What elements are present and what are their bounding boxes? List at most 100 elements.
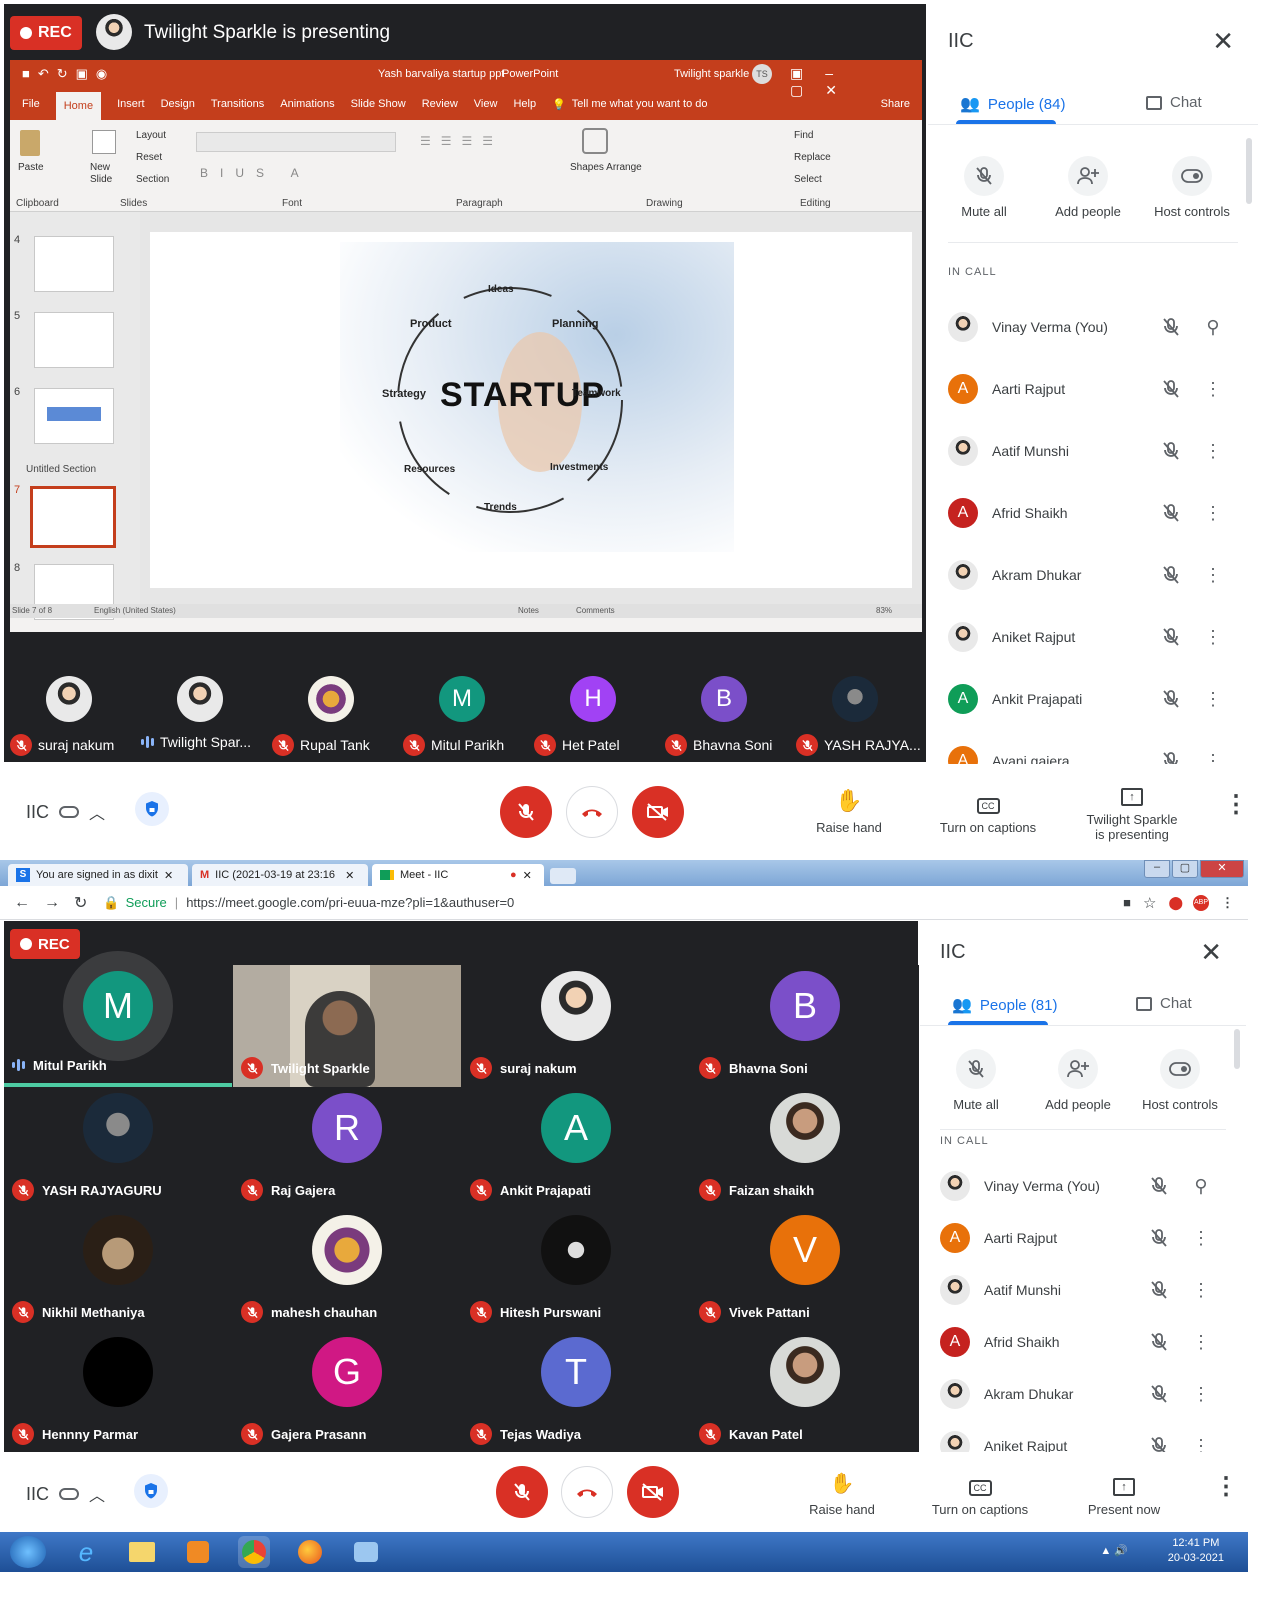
file-explorer-icon[interactable] [126, 1536, 158, 1568]
ppt-tell-me[interactable]: Tell me what you want to do [572, 98, 708, 110]
ppt-tab-review[interactable]: Review [422, 98, 458, 110]
ppt-shapes-arrange[interactable]: Shapes Arrange [570, 162, 642, 173]
ppt-quick-access[interactable]: ■↶↻▣◉ [22, 66, 115, 82]
participant-row[interactable]: Aatif Munshi ⋮ [928, 426, 1248, 476]
mic-off-icon[interactable] [1160, 502, 1182, 524]
adblock-icon[interactable]: ABP [1193, 894, 1209, 911]
url-text[interactable]: https://meet.google.com/pri-euua-mze?pli… [186, 895, 514, 910]
slide-thumb-6[interactable] [34, 388, 114, 444]
grid-participant-tile[interactable]: YASH RAJYAGURU [4, 1087, 232, 1209]
grid-participant-tile[interactable]: Hennny Parmar [4, 1331, 232, 1453]
ppt-tab-transitions[interactable]: Transitions [211, 98, 264, 110]
pin-icon[interactable]: ⚲ [1204, 317, 1222, 338]
ppt-window-controls[interactable]: ▣–▢✕ [790, 65, 922, 99]
new-tab-button[interactable] [550, 868, 576, 884]
browser-menu-icon[interactable]: ⋮ [1221, 895, 1234, 911]
more-vert-icon[interactable]: ⋮ [1204, 441, 1222, 462]
mic-off-icon[interactable] [1160, 316, 1182, 338]
captions-button[interactable]: CC Turn on captions [918, 784, 1058, 835]
media-player-icon[interactable] [182, 1536, 214, 1568]
participant-row[interactable]: A Afrid Shaikh ⋮ [928, 488, 1248, 538]
back-arrow-icon[interactable]: ← [14, 894, 30, 912]
meeting-details[interactable]: IIC ︿ [26, 1482, 105, 1506]
grid-participant-tile[interactable]: Twilight Sparkle [233, 965, 461, 1087]
close-icon[interactable]: ✕ [1200, 937, 1222, 968]
ppt-tab-help[interactable]: Help [513, 98, 536, 110]
browser-tab-signed-in[interactable]: S You are signed in as dixit ✕ [8, 864, 188, 886]
tab-people[interactable]: 👥 People (84) [960, 94, 1065, 114]
grid-participant-tile[interactable]: Hitesh Purswani [462, 1209, 690, 1331]
browser-tab-meet[interactable]: Meet - IIC ● ✕ [372, 864, 544, 886]
forward-arrow-icon[interactable]: → [44, 894, 60, 912]
more-vert-icon[interactable]: ⋮ [1204, 503, 1222, 524]
font-format-buttons[interactable]: BIUS A [200, 166, 311, 180]
internet-explorer-icon[interactable]: e [70, 1536, 102, 1568]
ppt-tab-file[interactable]: File [22, 98, 40, 110]
grid-participant-tile[interactable]: T Tejas Wadiya [462, 1331, 690, 1453]
leave-call-button[interactable] [561, 1466, 613, 1518]
close-tab-icon[interactable]: ✕ [345, 869, 354, 882]
grid-participant-tile[interactable]: Nikhil Methaniya [4, 1209, 232, 1331]
participant-row[interactable]: A Ankit Prajapati ⋮ [928, 674, 1248, 724]
strip-participant-tile[interactable]: Rupal Tank [268, 672, 396, 762]
ppt-layout[interactable]: Layout [136, 130, 166, 141]
close-icon[interactable]: ✕ [1212, 26, 1234, 57]
ppt-tab-view[interactable]: View [474, 98, 498, 110]
ppt-tab-home[interactable]: Home [55, 92, 102, 120]
strip-participant-tile[interactable]: H Het Patel [530, 672, 658, 762]
panel-scrollbar[interactable] [1234, 1029, 1240, 1069]
mic-toggle-button[interactable] [496, 1466, 548, 1518]
strip-participant-tile[interactable]: YASH RAJYA... [792, 672, 921, 762]
more-vert-icon[interactable]: ⋮ [1204, 627, 1222, 648]
close-tab-icon[interactable]: ✕ [164, 869, 173, 882]
windows-start-icon[interactable] [10, 1536, 46, 1568]
font-controls[interactable] [196, 132, 396, 152]
more-vert-icon[interactable]: ⋮ [1192, 1332, 1210, 1353]
participant-row[interactable]: Akram Dhukar ⋮ [928, 550, 1248, 600]
participant-row[interactable]: Aniket Rajput ⋮ [928, 612, 1248, 662]
grid-participant-tile[interactable]: suraj nakum [462, 965, 690, 1087]
participant-row[interactable]: Vinay Verma (You) ⚲ [928, 302, 1248, 352]
more-vert-icon[interactable]: ⋮ [1192, 1384, 1210, 1405]
ppt-replace[interactable]: Replace [794, 152, 831, 163]
mute-all-button[interactable]: Mute all [934, 156, 1034, 219]
more-vert-icon[interactable]: ⋮ [1204, 689, 1222, 710]
extension-icon[interactable]: ⬤ [1168, 895, 1183, 911]
add-people-button[interactable]: Add people [1028, 1049, 1128, 1112]
status-zoom[interactable]: 83% [876, 606, 892, 615]
participant-row[interactable]: A Afrid Shaikh ⋮ [920, 1317, 1236, 1367]
strip-participant-tile[interactable]: Twilight Spar... [137, 672, 265, 762]
mic-off-icon[interactable] [1160, 378, 1182, 400]
host-controls-button[interactable]: Host controls [1130, 1049, 1230, 1112]
mic-off-icon[interactable] [1148, 1227, 1170, 1249]
grid-participant-tile[interactable]: R Raj Gajera [233, 1087, 461, 1209]
camera-toggle-button[interactable] [632, 786, 684, 838]
ppt-paste[interactable]: Paste [18, 162, 44, 173]
grid-participant-tile[interactable]: M Mitul Parikh [4, 951, 232, 1087]
more-options-icon[interactable]: ⋮ [1214, 1475, 1238, 1499]
participant-row[interactable]: A Aarti Rajput ⋮ [928, 364, 1248, 414]
close-tab-icon[interactable]: ✕ [523, 869, 532, 882]
mic-off-icon[interactable] [1160, 626, 1182, 648]
strip-participant-tile[interactable]: B Bhavna Soni [661, 672, 789, 762]
participant-row[interactable]: Akram Dhukar ⋮ [920, 1369, 1236, 1419]
tray-icons[interactable]: ▲ 🔊 [1100, 1544, 1128, 1557]
grid-participant-tile[interactable]: mahesh chauhan [233, 1209, 461, 1331]
participant-row[interactable]: A Aarti Rajput ⋮ [920, 1213, 1236, 1263]
ppt-find[interactable]: Find [794, 130, 813, 141]
mic-off-icon[interactable] [1148, 1175, 1170, 1197]
grid-participant-tile[interactable]: A Ankit Prajapati [462, 1087, 690, 1209]
paint-icon[interactable] [350, 1536, 382, 1568]
participant-row[interactable]: Aatif Munshi ⋮ [920, 1265, 1236, 1315]
star-icon[interactable]: ☆ [1143, 894, 1156, 912]
reload-icon[interactable]: ↻ [74, 893, 87, 913]
grid-participant-tile[interactable]: B Bhavna Soni [691, 965, 919, 1087]
more-vert-icon[interactable]: ⋮ [1192, 1228, 1210, 1249]
host-controls-button[interactable]: Host controls [1142, 156, 1242, 219]
ppt-share[interactable]: Share [881, 98, 910, 110]
meeting-details[interactable]: IIC ︿ [26, 800, 105, 824]
strip-participant-tile[interactable]: suraj nakum [6, 672, 134, 762]
maximize-button[interactable]: ▢ [1172, 860, 1198, 878]
mic-off-icon[interactable] [1160, 688, 1182, 710]
pin-icon[interactable]: ⚲ [1192, 1176, 1210, 1197]
